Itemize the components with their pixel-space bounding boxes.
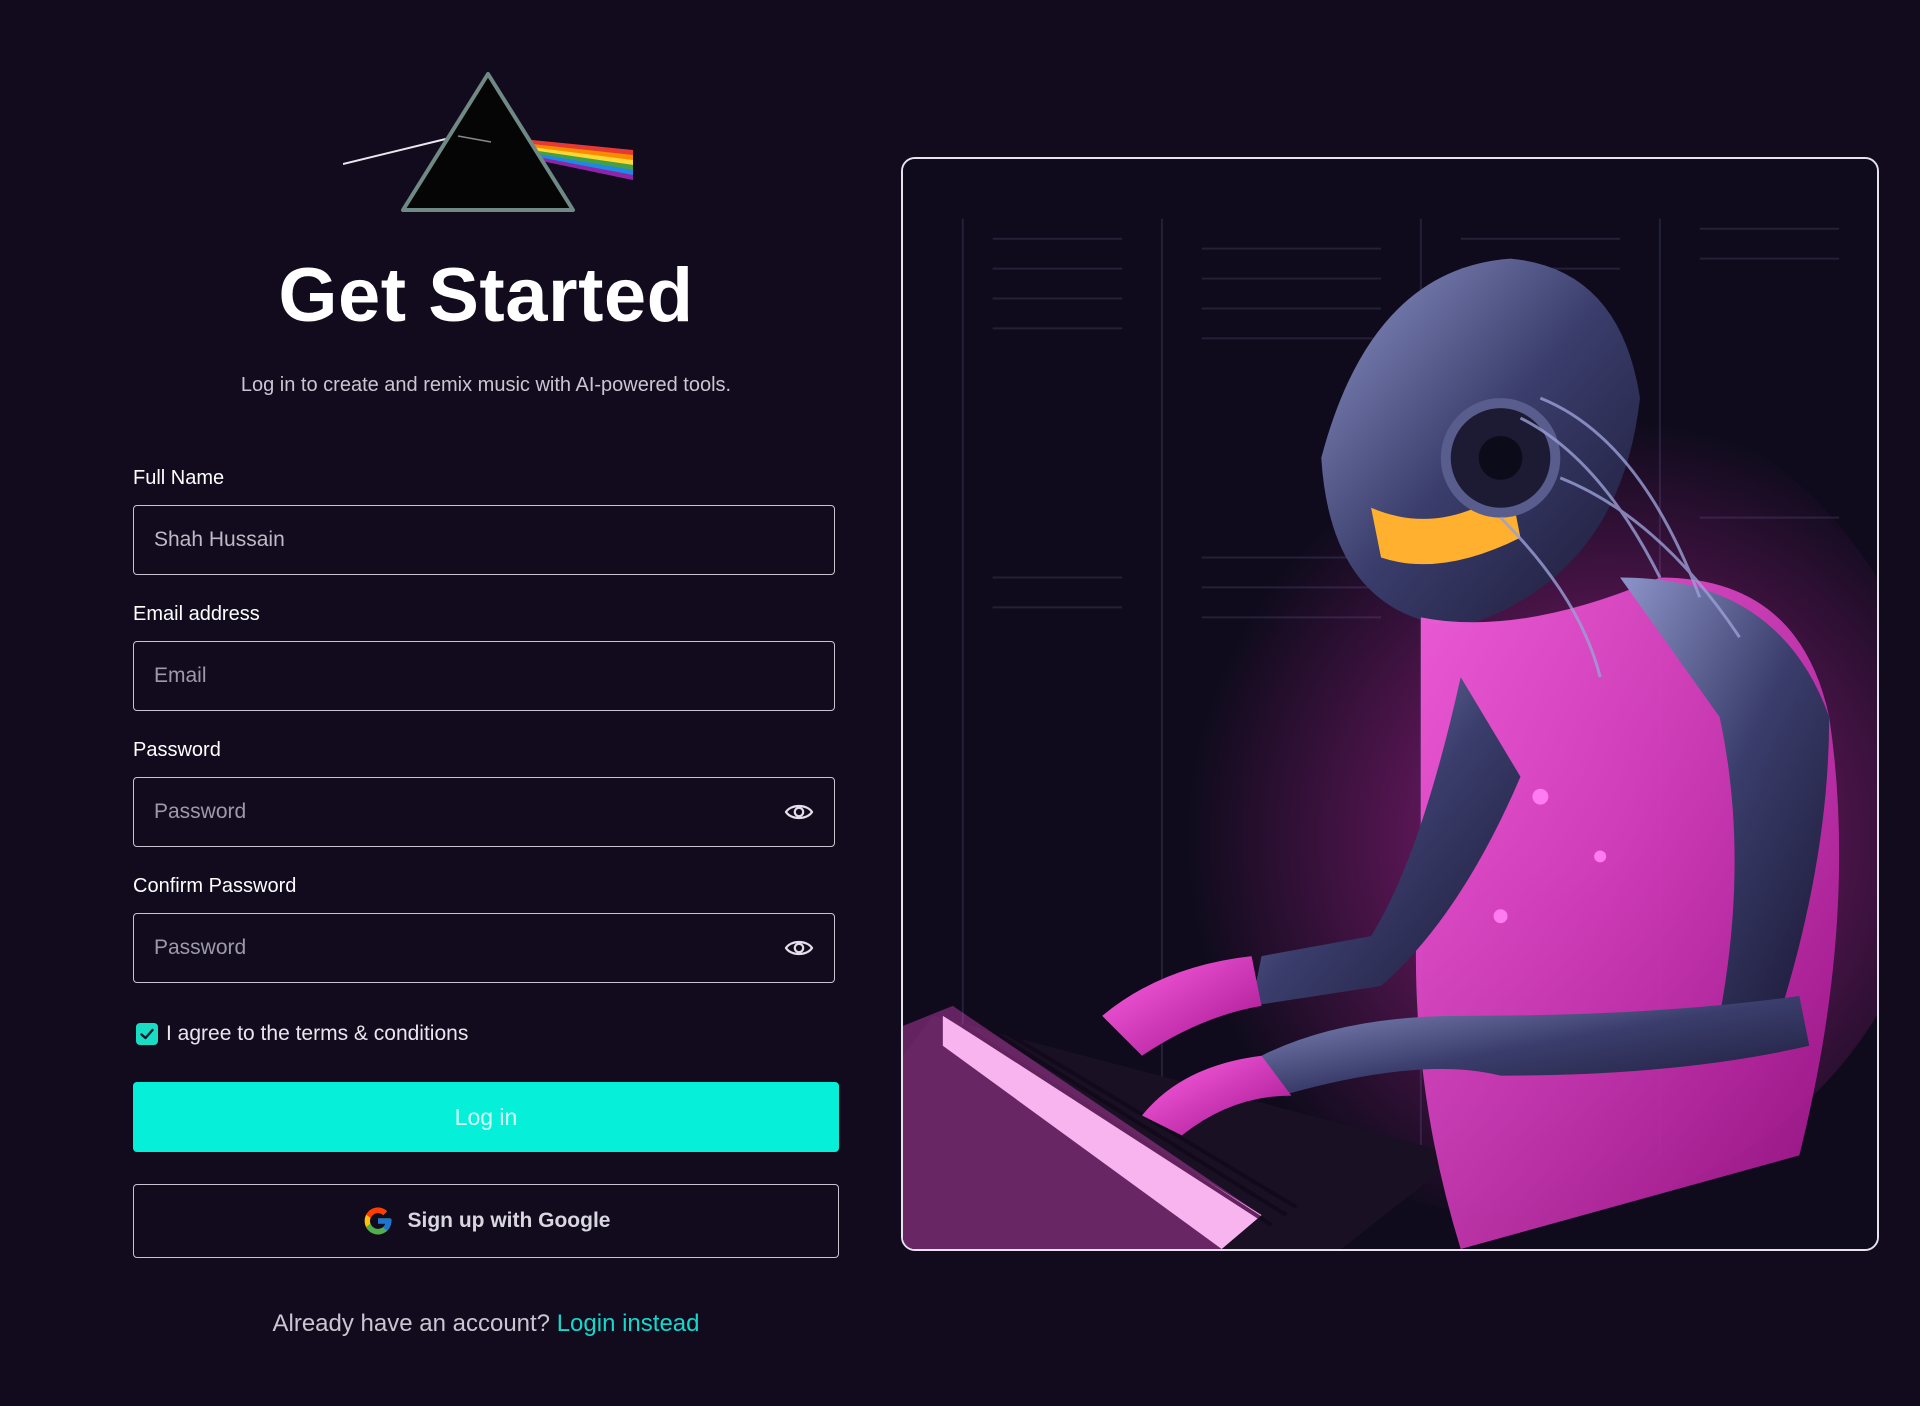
confirm-password-label: Confirm Password: [133, 875, 297, 897]
footer-text: Already have an account? Login instead: [133, 1310, 839, 1338]
login-button[interactable]: Log in: [133, 1082, 839, 1152]
check-icon: [140, 1028, 154, 1040]
signup-panel: Get Started Log in to create and remix m…: [133, 0, 839, 1406]
terms-row: I agree to the terms & conditions: [133, 1022, 468, 1046]
page-title: Get Started: [278, 253, 694, 338]
email-field[interactable]: Email: [133, 641, 835, 711]
password-placeholder: Password: [154, 800, 247, 823]
terms-checkbox[interactable]: [136, 1023, 158, 1045]
google-logo-icon: [364, 1207, 391, 1235]
google-signup-button[interactable]: Sign up with Google: [133, 1184, 839, 1258]
robot-pianist-image: [903, 159, 1877, 1249]
hero-illustration: [901, 157, 1879, 1251]
terms-label: I agree to the terms & conditions: [166, 1022, 469, 1045]
password-label: Password: [133, 739, 221, 761]
full-name-label: Full Name: [133, 467, 225, 489]
full-name-value: Shah Hussain: [154, 528, 285, 551]
confirm-password-field[interactable]: Password: [133, 913, 835, 983]
prism-logo-icon: [343, 72, 633, 212]
email-placeholder: Email: [154, 664, 207, 687]
google-signup-label: Sign up with Google: [407, 1209, 611, 1232]
password-field[interactable]: Password: [133, 777, 835, 847]
footer-prompt: Already have an account?: [272, 1310, 551, 1337]
email-label: Email address: [133, 603, 260, 625]
full-name-field[interactable]: Shah Hussain: [133, 505, 835, 575]
page-subtitle: Log in to create and remix music with AI…: [240, 374, 732, 396]
login-instead-link[interactable]: Login instead: [557, 1310, 700, 1337]
confirm-password-placeholder: Password: [154, 936, 247, 959]
eye-icon[interactable]: [784, 937, 814, 959]
eye-icon[interactable]: [784, 801, 814, 823]
